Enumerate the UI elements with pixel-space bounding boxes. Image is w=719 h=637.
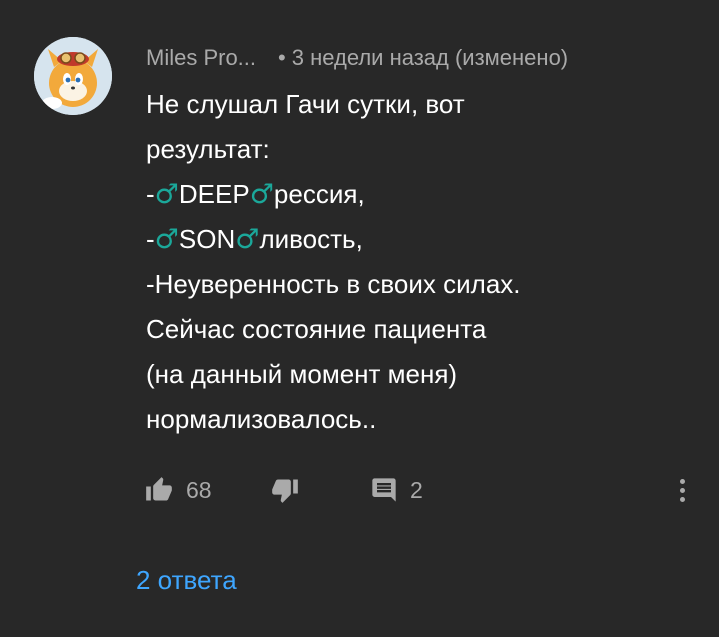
comment-line: Сейчас состояние пациента bbox=[146, 314, 487, 344]
comment-line: -Неуверенность в своих силах. bbox=[146, 269, 521, 299]
reply-count: 2 bbox=[410, 476, 423, 503]
comment: Miles Pro... • 3 недели назад (изменено) Н… bbox=[0, 0, 719, 637]
dot bbox=[679, 487, 685, 493]
comment-line: нормализовалось.. bbox=[146, 404, 377, 434]
reply-button[interactable]: 2 bbox=[370, 472, 423, 508]
line-suffix: рессия, bbox=[273, 179, 365, 209]
like-button[interactable]: 68 bbox=[144, 472, 212, 508]
meta-separator: • bbox=[278, 45, 286, 70]
avatar[interactable] bbox=[34, 37, 112, 115]
male-symbol-icon: ♂ bbox=[235, 224, 260, 255]
comment-line: результат: bbox=[146, 134, 270, 164]
male-symbol-icon: ♂ bbox=[154, 224, 179, 255]
comment-text: Не слушал Гачи сутки, вот результат: -♂D… bbox=[146, 82, 686, 442]
avatar-image bbox=[34, 37, 112, 115]
dislike-button[interactable] bbox=[270, 472, 300, 508]
comment-actions: 68 2 bbox=[144, 472, 704, 508]
comment-line: Не слушал Гачи сутки, вот bbox=[146, 89, 465, 119]
comment-time[interactable]: 3 недели назад (изменено) bbox=[292, 45, 568, 70]
comment-line: -♂SON♂ливость, bbox=[146, 217, 686, 262]
male-symbol-icon: ♂ bbox=[154, 179, 179, 210]
dot bbox=[679, 478, 685, 484]
comment-icon bbox=[372, 478, 396, 502]
comment-line: (на данный момент меня) bbox=[146, 359, 458, 389]
line-prefix: - bbox=[146, 224, 155, 254]
thumb-down-icon bbox=[272, 479, 298, 503]
like-count: 68 bbox=[186, 476, 212, 503]
comment-line: -♂DEEP♂рессия, bbox=[146, 172, 686, 217]
line-prefix: - bbox=[146, 179, 155, 209]
more-vert-icon[interactable] bbox=[672, 474, 692, 506]
author-name[interactable]: Miles Pro... bbox=[146, 45, 256, 70]
line-suffix: ливость, bbox=[259, 224, 363, 254]
thumb-up-icon bbox=[146, 477, 172, 501]
male-symbol-icon: ♂ bbox=[249, 179, 274, 210]
line-word: DEEP bbox=[178, 179, 250, 209]
view-replies-link[interactable]: 2 ответа bbox=[136, 562, 237, 598]
dot bbox=[679, 496, 685, 502]
line-word: SON bbox=[178, 224, 236, 254]
comment-meta: Miles Pro... • 3 недели назад (изменено) bbox=[146, 44, 568, 72]
